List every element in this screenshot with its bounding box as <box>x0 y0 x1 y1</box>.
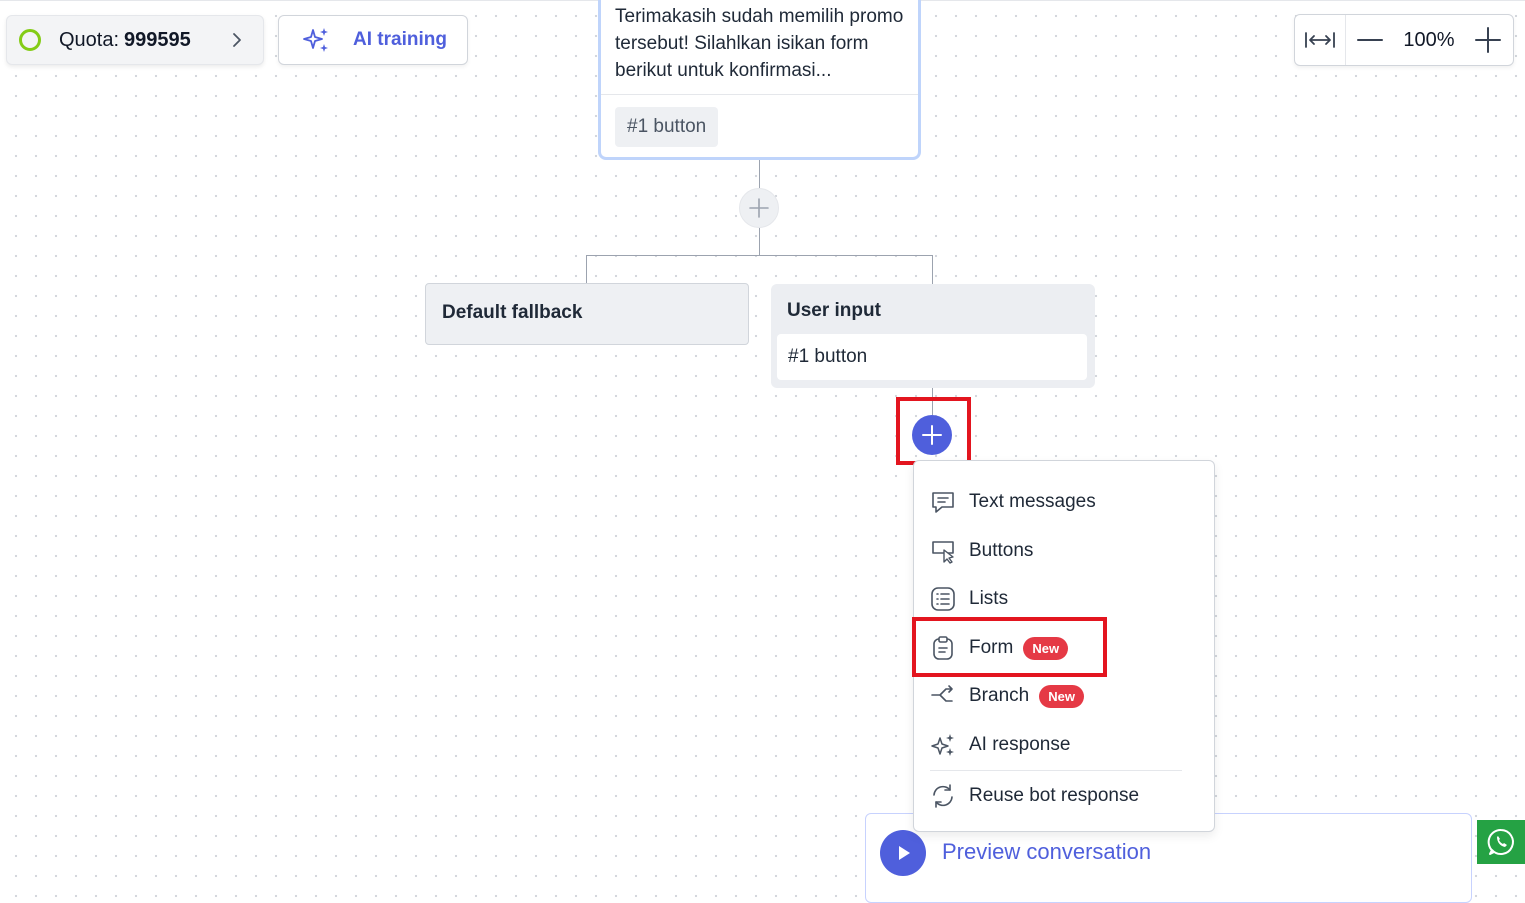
plus-icon <box>1475 27 1501 53</box>
connector-line <box>759 228 760 256</box>
fallback-title: Default fallback <box>442 302 583 323</box>
quota-status-icon <box>19 29 41 51</box>
menu-item-branch[interactable]: Branch New <box>930 681 1084 711</box>
menu-divider <box>930 770 1182 771</box>
user-input-title: User input <box>787 300 881 321</box>
list-icon <box>930 586 956 612</box>
user-input-card[interactable]: User input #1 button <box>771 284 1095 388</box>
branch-icon <box>930 683 956 709</box>
chevron-right-icon <box>233 33 241 47</box>
quota-button[interactable]: Quota: 999595 <box>6 15 264 65</box>
menu-item-label: Reuse bot response <box>969 785 1140 806</box>
menu-item-reuse-bot-response[interactable]: Reuse bot response <box>930 781 1139 811</box>
default-fallback-card[interactable]: Default fallback <box>425 283 749 345</box>
fit-width-button[interactable] <box>1295 15 1346 65</box>
card-divider <box>601 94 918 95</box>
plus-icon <box>749 198 769 218</box>
connector-line <box>759 160 760 188</box>
menu-item-label: Branch <box>969 685 1030 706</box>
add-step-button[interactable] <box>739 188 779 228</box>
connector-line <box>932 255 933 284</box>
menu-item-text-messages[interactable]: Text messages <box>930 487 1096 517</box>
zoom-level: 100% <box>1403 28 1455 51</box>
highlight-box-add-button <box>896 397 971 465</box>
menu-item-label: Buttons <box>969 540 1034 561</box>
message-text: Terimakasih sudah memilih promo tersebut… <box>615 6 904 81</box>
menu-item-label: Text messages <box>969 491 1096 512</box>
chat-icon <box>930 489 956 515</box>
user-input-value-box: #1 button <box>777 334 1087 380</box>
refresh-icon <box>930 783 956 809</box>
minus-icon <box>1357 39 1383 41</box>
menu-item-lists[interactable]: Lists <box>930 584 1008 614</box>
user-input-value: #1 button <box>788 346 868 367</box>
quota-value: 999595 <box>124 28 191 51</box>
whatsapp-icon <box>1487 828 1514 855</box>
menu-item-label: Lists <box>969 588 1009 609</box>
menu-item-buttons[interactable]: Buttons <box>930 536 1033 566</box>
menu-item-ai-response[interactable]: AI response <box>930 730 1070 760</box>
button-icon <box>930 538 956 564</box>
connector-line <box>586 255 933 256</box>
sparkle-icon <box>303 28 328 52</box>
highlight-box-form-item <box>912 617 1107 677</box>
play-icon <box>880 830 926 876</box>
whatsapp-button[interactable] <box>1477 820 1525 864</box>
quota-label: Quota: <box>59 28 120 51</box>
ai-training-label: AI training <box>353 29 447 50</box>
new-badge: New <box>1039 684 1084 708</box>
zoom-control: 100% <box>1294 14 1514 66</box>
message-node-card[interactable]: Terimakasih sudah memilih promo tersebut… <box>598 0 921 160</box>
sparkle-icon <box>930 732 956 758</box>
menu-item-label: AI response <box>969 734 1071 755</box>
zoom-out-button[interactable] <box>1346 15 1394 65</box>
zoom-in-button[interactable] <box>1464 15 1512 65</box>
ai-training-button[interactable]: AI training <box>278 15 468 65</box>
connector-line <box>586 255 587 283</box>
preview-conversation-label: Preview conversation <box>942 839 1152 864</box>
message-button-chip[interactable]: #1 button <box>615 107 719 147</box>
fit-width-icon <box>1305 32 1335 48</box>
